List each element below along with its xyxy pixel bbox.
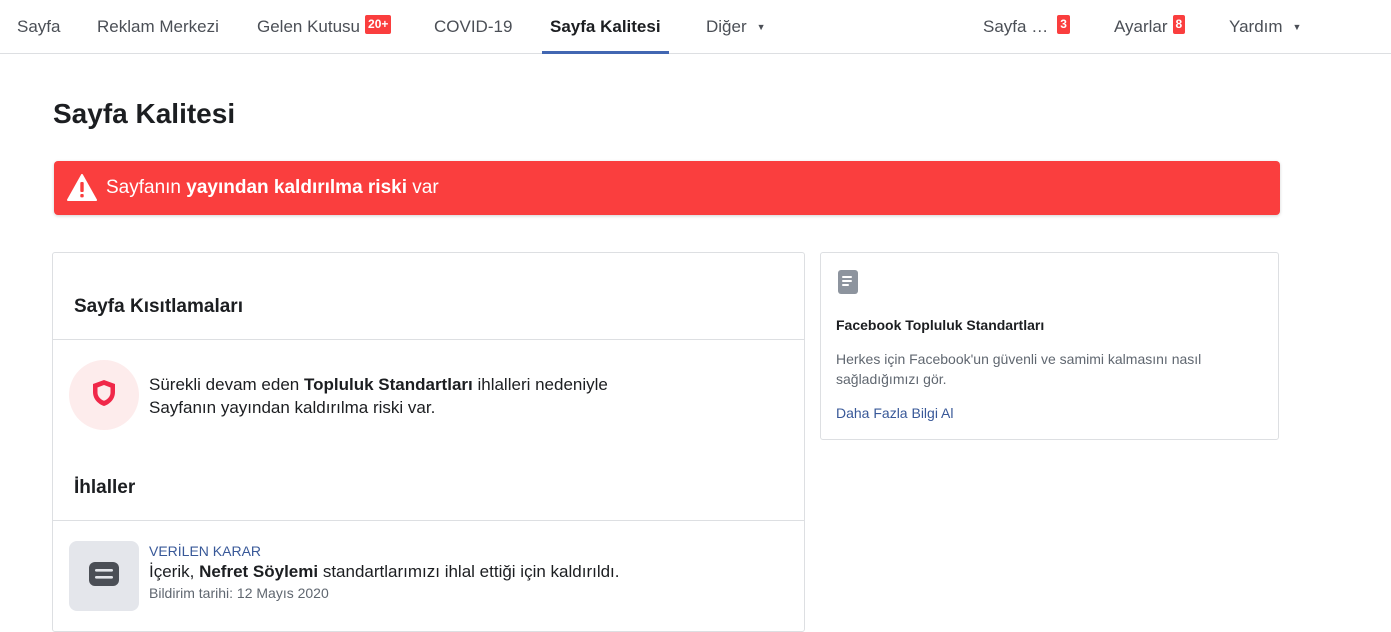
- nav-tab-more[interactable]: Diğer ▼: [706, 0, 766, 54]
- notification-count-badge: 3: [1057, 14, 1070, 34]
- restrictions-title: Sayfa Kısıtlamaları: [74, 296, 243, 317]
- violation-icon-container: [69, 541, 139, 611]
- warning-icon: [67, 174, 97, 202]
- document-icon: [837, 269, 859, 300]
- nav-tab-label: Sayfa: [17, 17, 61, 36]
- nav-tab-page-quality[interactable]: Sayfa Kalitesi: [542, 0, 669, 54]
- nav-tab-covid[interactable]: COVID-19: [434, 0, 512, 54]
- restriction-text-line2: Sayfanın yayından kaldırılma riski var.: [149, 398, 436, 417]
- nav-tab-inbox[interactable]: Gelen Kutusu 20+: [257, 0, 392, 54]
- alert-text-bold: yayından kaldırılma riski: [186, 177, 407, 198]
- community-standards-title: Facebook Topluluk Standartları: [836, 317, 1045, 333]
- restriction-text-suffix: ihlalleri nedeniyle: [472, 375, 608, 394]
- top-navigation: Sayfa Reklam Merkezi Gelen Kutusu 20+ CO…: [0, 0, 1391, 54]
- restrictions-card: Sayfa Kısıtlamaları Sürekli devam eden T…: [52, 252, 805, 632]
- violation-description: İçerik, Nefret Söylemi standartlarımızı …: [149, 562, 620, 582]
- alert-text: Sayfanın yayından kaldırılma riski var: [106, 177, 439, 199]
- nav-tab-settings[interactable]: Ayarlar 8: [1114, 0, 1186, 54]
- divider: [53, 520, 804, 521]
- message-icon: [88, 561, 120, 592]
- nav-tab-page-notifications[interactable]: Sayfa … 3: [983, 0, 1070, 54]
- violation-text-bold: Nefret Söylemi: [199, 562, 319, 581]
- nav-tab-page[interactable]: Sayfa: [17, 0, 60, 54]
- nav-tab-label: Yardım: [1229, 17, 1283, 36]
- page-title: Sayfa Kalitesi: [53, 98, 236, 129]
- nav-tab-label: Sayfa …: [983, 17, 1049, 36]
- violation-text-prefix: İçerik,: [149, 562, 200, 581]
- nav-tab-label: Ayarlar: [1114, 17, 1168, 36]
- shield-icon-container: [69, 360, 139, 430]
- shield-icon: [90, 378, 118, 413]
- settings-count-badge: 8: [1172, 14, 1186, 34]
- nav-tab-label: Diğer: [706, 17, 747, 36]
- risk-alert-banner: Sayfanın yayından kaldırılma riski var: [54, 161, 1280, 215]
- divider: [53, 339, 804, 340]
- caret-down-icon: ▼: [1292, 22, 1302, 32]
- nav-tab-label: Reklam Merkezi: [97, 17, 219, 36]
- violations-title: İhlaller: [74, 477, 136, 498]
- community-standards-description: Herkes için Facebook'un güvenli ve samim…: [836, 351, 1202, 387]
- nav-tab-label: COVID-19: [434, 17, 513, 36]
- restriction-text-prefix: Sürekli devam eden: [149, 375, 304, 394]
- verdict-label: VERİLEN KARAR: [149, 543, 262, 559]
- restriction-text-bold: Topluluk Standartları: [303, 375, 473, 394]
- alert-text-prefix: Sayfanın: [106, 177, 187, 198]
- nav-tab-label: Sayfa Kalitesi: [550, 17, 661, 36]
- nav-tab-help[interactable]: Yardım ▼: [1229, 0, 1301, 54]
- alert-text-suffix: var: [407, 177, 439, 198]
- inbox-count-badge: 20+: [365, 14, 392, 34]
- nav-tab-ad-center[interactable]: Reklam Merkezi: [97, 0, 219, 54]
- community-standards-card: Facebook Topluluk Standartları Herkes iç…: [820, 252, 1279, 440]
- caret-down-icon: ▼: [756, 22, 766, 32]
- learn-more-link[interactable]: Daha Fazla Bilgi Al: [836, 405, 954, 421]
- nav-tab-label: Gelen Kutusu: [257, 17, 361, 36]
- violation-date: Bildirim tarihi: 12 Mayıs 2020: [149, 585, 329, 601]
- violation-text-suffix: standartlarımızı ihlal ettiği için kaldı…: [318, 562, 620, 581]
- restriction-message: Sürekli devam eden Topluluk Standartları…: [149, 373, 669, 419]
